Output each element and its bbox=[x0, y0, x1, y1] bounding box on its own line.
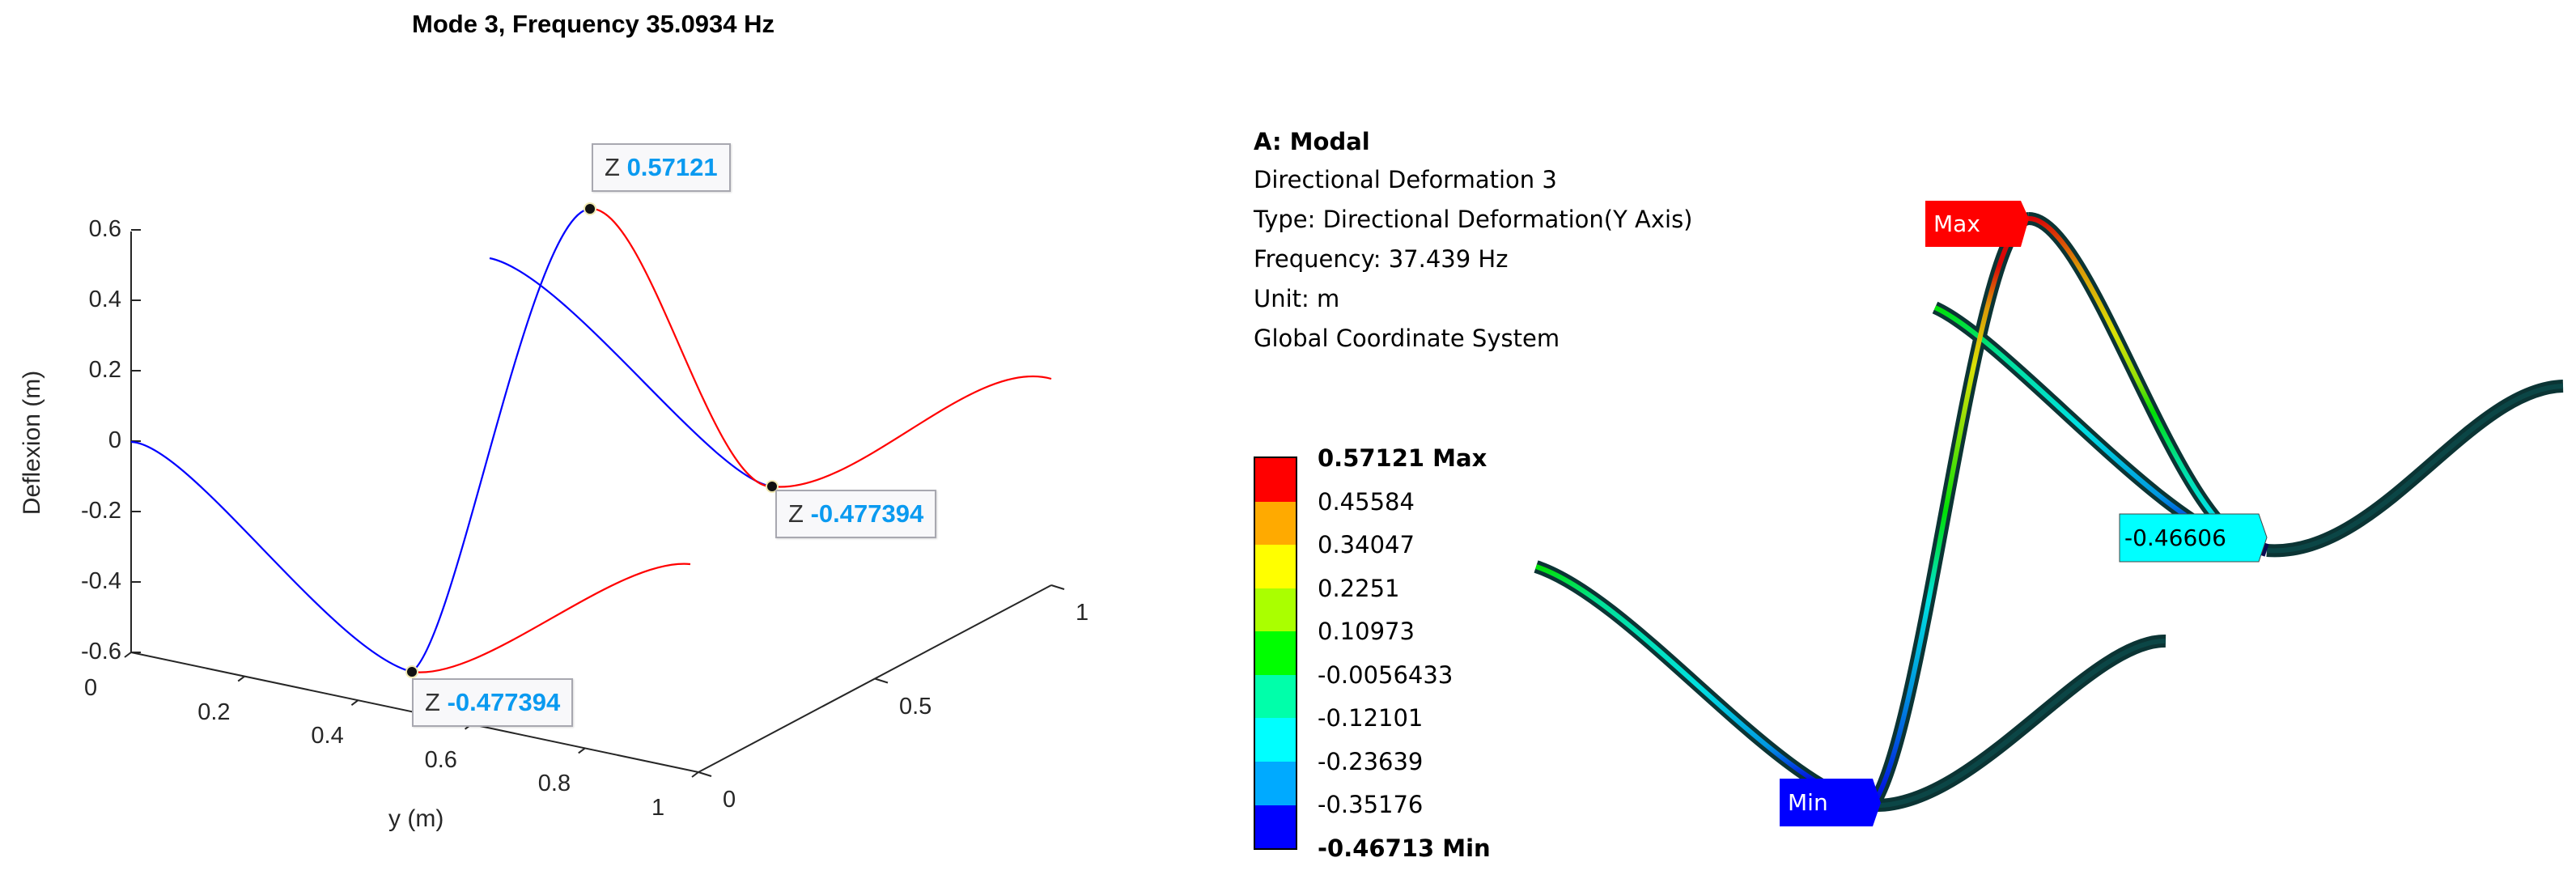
x-tick-label: 0.5 bbox=[899, 693, 932, 720]
datatip-max[interactable]: Z 0.57121 bbox=[592, 143, 731, 192]
blue-member-3 bbox=[489, 257, 773, 488]
z-tick-label: -0.4 bbox=[81, 568, 121, 594]
datatip-value: -0.477394 bbox=[447, 688, 561, 716]
y-tick bbox=[237, 675, 245, 682]
red-member-1 bbox=[411, 563, 691, 673]
z-axis-label: Deflexion (m) bbox=[19, 370, 45, 516]
red-member-2 bbox=[589, 207, 773, 488]
red-member-3 bbox=[771, 376, 1052, 488]
x-tick bbox=[698, 771, 712, 777]
y-tick-label: 0 bbox=[84, 675, 98, 701]
z-tick-label: 0.2 bbox=[88, 357, 121, 383]
y-tick-label: 0.2 bbox=[197, 699, 231, 725]
plot-3d bbox=[124, 202, 1065, 778]
probe-tag[interactable]: -0.46606 bbox=[2120, 514, 2259, 562]
datatip-value: 0.57121 bbox=[626, 153, 718, 181]
datatip-label: Z bbox=[605, 153, 620, 181]
datatip-marker-max bbox=[584, 202, 596, 215]
y-axis-label: y (m) bbox=[388, 805, 444, 832]
x-tick-label: 1 bbox=[1076, 600, 1089, 626]
z-tick-label: -0.2 bbox=[81, 498, 121, 524]
datatip-value: -0.477394 bbox=[810, 499, 924, 528]
y-tick bbox=[691, 771, 699, 778]
z-tick-label: 0.6 bbox=[88, 216, 121, 242]
y-tick bbox=[350, 699, 359, 707]
datatip-label: Z bbox=[788, 499, 804, 528]
y-tick bbox=[578, 747, 586, 754]
deformed-model-view[interactable] bbox=[1214, 0, 2576, 879]
y-tick-label: 0.6 bbox=[424, 746, 457, 773]
blue-member-2 bbox=[411, 207, 591, 673]
datatip-marker-min-2 bbox=[405, 665, 418, 678]
y-tick-label: 0.4 bbox=[311, 723, 344, 749]
datatip-label: Z bbox=[425, 688, 440, 716]
z-tick-label: 0 bbox=[108, 427, 121, 453]
z-tick-label: 0.4 bbox=[88, 287, 121, 312]
datatip-min-right[interactable]: Z -0.477394 bbox=[775, 490, 937, 538]
max-tag[interactable]: Max bbox=[1925, 201, 2021, 247]
y-tick-label: 1 bbox=[651, 795, 665, 821]
x-tick-label: 0 bbox=[723, 787, 736, 813]
z-tick-label: -0.6 bbox=[81, 639, 121, 665]
y-tick-label: 0.8 bbox=[537, 771, 571, 797]
x-tick bbox=[1050, 584, 1065, 590]
min-tag[interactable]: Min bbox=[1780, 779, 1873, 826]
datatip-min-left[interactable]: Z -0.477394 bbox=[412, 678, 574, 727]
blue-member-1 bbox=[130, 440, 413, 673]
y-tick bbox=[124, 652, 132, 658]
x-tick bbox=[874, 677, 889, 684]
